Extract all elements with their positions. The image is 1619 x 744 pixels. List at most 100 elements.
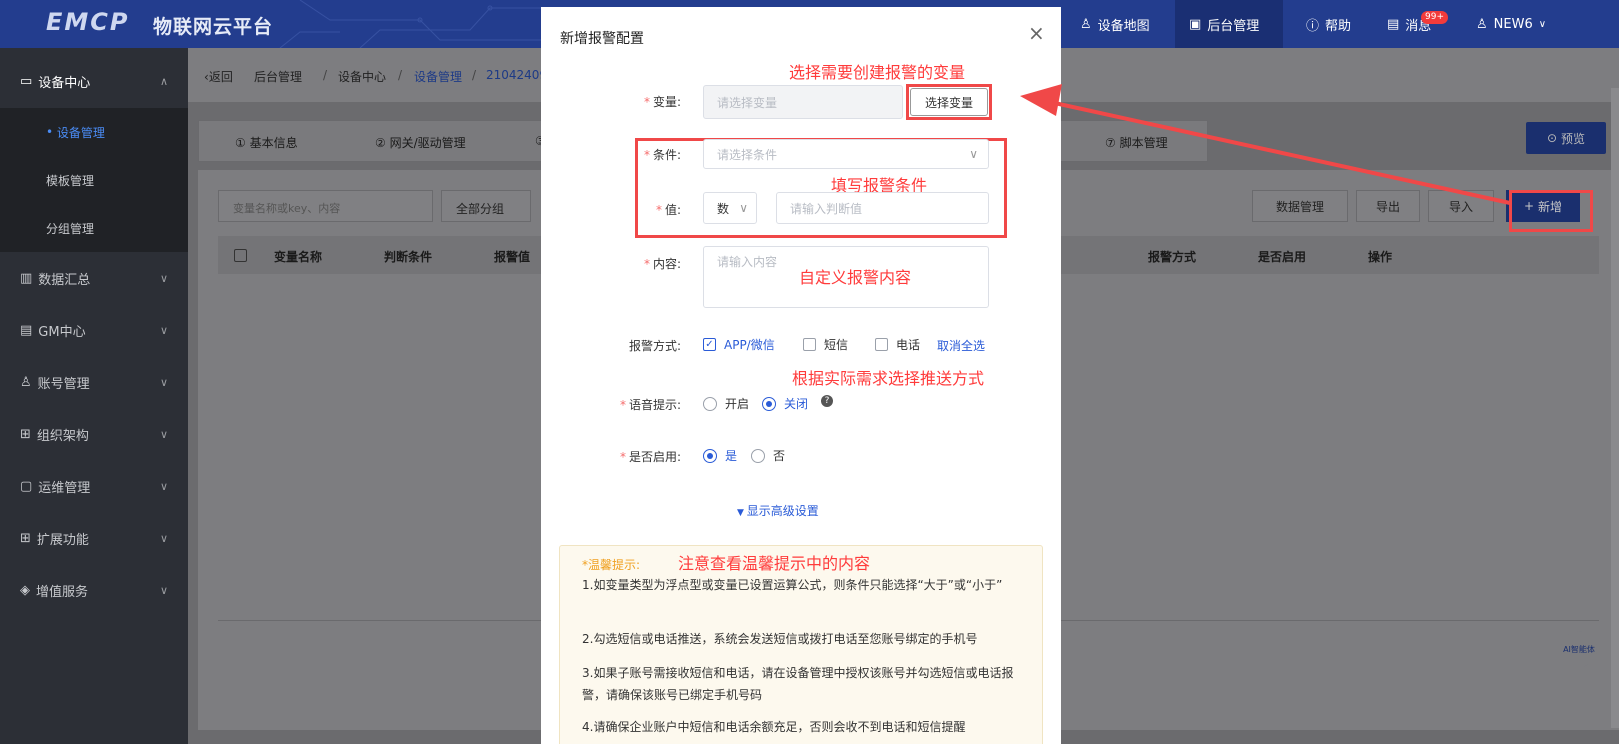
- toggle-label: 显示高级设置: [746, 504, 819, 518]
- method-phone-checkbox[interactable]: 电话: [875, 336, 920, 353]
- advanced-settings-toggle[interactable]: ▼ 显示高级设置: [737, 502, 819, 519]
- nav-user[interactable]: ♙ NEW6 ∨: [1462, 0, 1560, 48]
- enable-yes-radio[interactable]: 是: [703, 447, 737, 464]
- radio-circle: [762, 396, 776, 411]
- chevron-down-icon: ∨: [159, 479, 168, 493]
- radio-label: 关闭: [784, 397, 809, 411]
- chart-icon: ▥: [20, 270, 33, 286]
- sidebar-sub-template[interactable]: 模板管理: [0, 156, 188, 204]
- sidebar-item-data[interactable]: ▥ 数据汇总 ∨: [0, 253, 188, 303]
- label-text: 条件:: [652, 148, 681, 162]
- export-button[interactable]: 导出: [1356, 190, 1420, 222]
- message-badge: 99+: [1421, 11, 1448, 24]
- ops-icon: ▢: [20, 478, 33, 494]
- nav-backend[interactable]: ▣ 后台管理: [1175, 0, 1283, 48]
- question-icon[interactable]: ?: [821, 395, 833, 407]
- checkbox-box: [875, 338, 888, 351]
- sidebar-label: 模板管理: [46, 173, 95, 188]
- chevron-up-icon: ∧: [159, 74, 168, 88]
- monitor-icon: ▣: [1189, 16, 1202, 32]
- crumb-sep: /: [323, 68, 328, 82]
- variable-input[interactable]: 请选择变量: [703, 85, 903, 119]
- import-button[interactable]: 导入: [1428, 190, 1494, 222]
- modal-title: 新增报警配置: [560, 31, 644, 47]
- search-input[interactable]: 变量名称或key、内容: [218, 190, 433, 222]
- preview-button[interactable]: ⊙ 预览: [1526, 122, 1606, 154]
- group-select[interactable]: 全部分组: [441, 190, 531, 222]
- user-icon: ♙: [1476, 16, 1488, 32]
- chevron-down-icon: ∨: [1538, 18, 1547, 30]
- back-link[interactable]: ‹返回: [204, 68, 233, 85]
- sidebar-item-org[interactable]: ⊞ 组织架构 ∨: [0, 409, 188, 459]
- sidebar-item-value[interactable]: ◈ 增值服务 ∨: [0, 565, 188, 615]
- voice-label: * 语音提示:: [619, 398, 681, 412]
- sidebar-item-gm[interactable]: ▤ GM中心 ∨: [0, 305, 188, 355]
- sidebar-label: 扩展功能: [36, 532, 89, 548]
- voice-on-radio[interactable]: 开启: [703, 395, 749, 412]
- chevron-down-icon: ∨: [159, 583, 168, 597]
- close-icon[interactable]: ×: [1028, 21, 1045, 45]
- crumb-backend[interactable]: 后台管理: [254, 68, 302, 85]
- select-variable-button[interactable]: 选择变量: [910, 88, 988, 116]
- cancel-all-link[interactable]: 取消全选: [937, 337, 985, 354]
- col-method: 报警方式: [1148, 250, 1197, 264]
- select-all-checkbox[interactable]: [234, 249, 247, 262]
- label-text: 内容:: [652, 257, 681, 271]
- crumb-device-center[interactable]: 设备中心: [338, 68, 386, 85]
- content-label: * 内容:: [643, 257, 681, 271]
- sidebar-label: 设备中心: [38, 75, 91, 91]
- col-name: 变量名称: [274, 250, 323, 264]
- checkbox-label: 电话: [896, 338, 921, 352]
- col-enable: 是否启用: [1258, 250, 1307, 264]
- radio-label: 是: [725, 449, 738, 463]
- add-alarm-modal: 新增报警配置 × 选择需要创建报警的变量 * 变量: 请选择变量 选择变量 * 条件…: [541, 7, 1061, 744]
- ai-assistant[interactable]: AI智能体: [1561, 631, 1597, 667]
- checkbox-box: [803, 338, 816, 351]
- enable-label: * 是否启用:: [619, 450, 681, 464]
- value-type-select[interactable]: 数 ∨: [703, 192, 757, 224]
- data-manage-button[interactable]: 数据管理: [1252, 190, 1348, 222]
- nav-device-map[interactable]: ♙ 设备地图: [1066, 0, 1164, 48]
- tab-basic[interactable]: ① 基本信息: [235, 134, 298, 151]
- crumb-device-manage[interactable]: 设备管理: [414, 68, 462, 85]
- sidebar-sub-group[interactable]: 分组管理: [0, 204, 188, 252]
- highlight-box-add: [1509, 190, 1593, 232]
- tips-panel: *温馨提示: 注意查看温馨提示中的内容 1.如变量类型为浮点型或变量已设置运算公…: [559, 545, 1043, 744]
- radio-circle: [703, 448, 717, 463]
- method-app-checkbox[interactable]: ✓ APP/微信: [703, 336, 775, 353]
- logo-subtitle: 物联网云平台: [153, 16, 274, 38]
- val-label: * 值:: [655, 203, 681, 217]
- diamond-icon: ◈: [20, 582, 30, 598]
- tip-4: 4.请确保企业账户中短信和电话余额充足，否则会收不到电话和短信提醒: [582, 720, 966, 734]
- sidebar-item-extend[interactable]: ⊞ 扩展功能 ∨: [0, 513, 188, 563]
- radio-label: 开启: [725, 397, 750, 411]
- nav-label: 帮助: [1325, 18, 1352, 34]
- nav-messages[interactable]: ▤ 消息: [1373, 0, 1445, 48]
- ai-label: AI智能体: [1563, 644, 1595, 654]
- condition-select[interactable]: 请选择条件 ∨: [703, 139, 989, 169]
- sidebar-sub-device-manage[interactable]: • 设备管理: [0, 108, 188, 156]
- message-icon: ▤: [1387, 16, 1400, 32]
- chevron-down-icon: ∨: [159, 271, 168, 285]
- crumb-sep: /: [398, 68, 403, 82]
- user-icon: ♙: [20, 374, 32, 390]
- scrollbar[interactable]: [1611, 88, 1619, 728]
- tab-script[interactable]: ⑦ 脚本管理: [1105, 134, 1168, 151]
- caret-down-icon: ▼: [737, 508, 747, 518]
- value-input[interactable]: 请输入判断值: [776, 192, 989, 224]
- label-text: 语音提示:: [628, 398, 681, 412]
- grid-icon: ⊞: [20, 530, 31, 546]
- sidebar-item-account[interactable]: ♙ 账号管理 ∨: [0, 357, 188, 407]
- annotation-method: 根据实际需求选择推送方式: [792, 369, 985, 388]
- enable-no-radio[interactable]: 否: [751, 447, 785, 464]
- device-icon: ▭: [20, 73, 33, 89]
- nav-help[interactable]: ⓘ 帮助: [1292, 0, 1365, 48]
- annotation-tips: 注意查看温馨提示中的内容: [678, 554, 871, 573]
- tab-gateway[interactable]: ② 网关/驱动管理: [375, 134, 466, 151]
- sidebar-item-device-center[interactable]: ▭ 设备中心 ∧: [0, 56, 188, 106]
- sidebar-label: 设备管理: [56, 125, 105, 140]
- tip-1: 1.如变量类型为浮点型或变量已设置运算公式，则条件只能选择“大于”或“小于”: [582, 578, 1003, 592]
- method-sms-checkbox[interactable]: 短信: [803, 336, 848, 353]
- voice-off-radio[interactable]: 关闭: [762, 395, 808, 412]
- sidebar-item-ops[interactable]: ▢ 运维管理 ∨: [0, 461, 188, 511]
